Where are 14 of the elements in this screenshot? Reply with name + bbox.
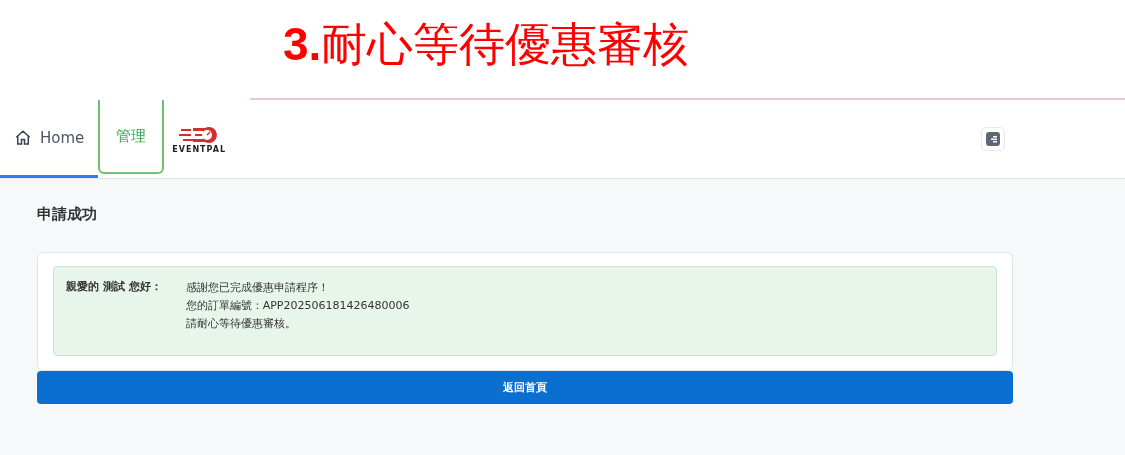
page-heading: 申請成功 — [37, 205, 98, 224]
message-line: 感謝您已完成優惠申請程序！ — [185, 280, 330, 296]
message-line: 請耐心等待優惠審核。 — [185, 316, 297, 332]
logo-text: EVENTPAL — [172, 144, 226, 154]
nav-tab[interactable]: 管理 — [98, 100, 165, 174]
speedometer-logo-icon — [179, 124, 220, 145]
home-icon — [14, 128, 32, 147]
nav-tab[interactable]: Home — [0, 100, 99, 178]
back-home-button[interactable]: 返回首頁 — [37, 371, 1013, 404]
panel-icon — [985, 131, 1001, 147]
banner-title: 3.耐心等待優惠審核 — [283, 17, 691, 72]
message-line: 您的訂單編號：APP202506181426480006 — [185, 298, 410, 314]
sidebar-toggle-button[interactable] — [981, 127, 1005, 151]
greeting: 親愛的 測試 您好： — [66, 279, 162, 295]
